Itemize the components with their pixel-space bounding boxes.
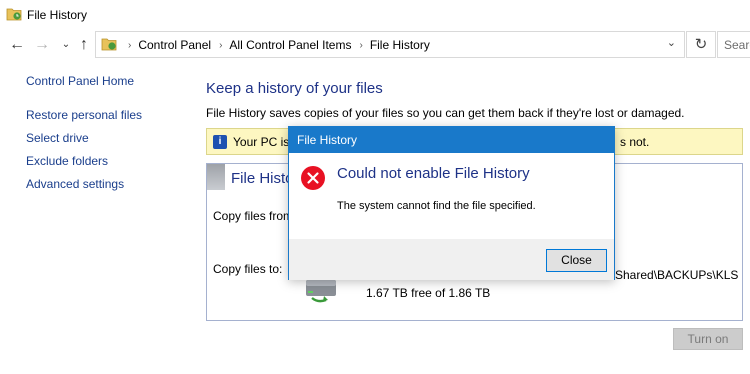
page-title: Keep a history of your files: [206, 80, 383, 97]
breadcrumb-control-panel[interactable]: Control Panel: [138, 38, 211, 52]
info-icon: i: [213, 135, 227, 149]
error-icon: [301, 166, 325, 190]
turn-on-button[interactable]: Turn on: [673, 328, 743, 350]
back-arrow-icon[interactable]: ←: [8, 36, 26, 54]
drive-free-space: 1.67 TB free of 1.86 TB: [366, 286, 491, 300]
dialog-message: The system cannot find the file specifie…: [337, 200, 536, 212]
sidebar-item-advanced-settings[interactable]: Advanced settings: [26, 177, 124, 191]
forward-arrow-icon[interactable]: →: [33, 36, 51, 54]
external-drive-icon: [306, 280, 336, 303]
file-history-icon: [6, 8, 22, 21]
refresh-icon: ↻: [694, 36, 708, 53]
panel-title: File Histo: [231, 170, 294, 187]
breadcrumb-file-history[interactable]: File History: [370, 38, 430, 52]
sidebar-item-select-drive[interactable]: Select drive: [26, 131, 89, 145]
address-dropdown-chevron-icon[interactable]: ⌄: [667, 36, 676, 49]
breadcrumb-all-items[interactable]: All Control Panel Items: [229, 38, 351, 52]
up-arrow-icon[interactable]: ↑: [75, 36, 93, 54]
dialog-heading: Could not enable File History: [337, 165, 530, 182]
control-panel-icon: [101, 38, 117, 51]
sidebar-item-restore-personal-files[interactable]: Restore personal files: [26, 108, 142, 122]
error-dialog: File History Could not enable File Histo…: [288, 126, 615, 280]
recent-locations-chevron-icon[interactable]: ⌄: [57, 36, 75, 54]
drive-path: Shared\BACKUPs\KLS: [615, 268, 739, 282]
copy-files-from-label: Copy files from:: [213, 209, 297, 223]
panel-header-accent: [207, 164, 225, 190]
info-bar-text-end: s not.: [620, 135, 650, 149]
address-bar[interactable]: › Control Panel › All Control Panel Item…: [95, 31, 685, 58]
copy-files-to-label: Copy files to:: [213, 262, 283, 276]
page-description: File History saves copies of your files …: [206, 106, 685, 120]
navigation-bar: ← → ⌄ ↑ › Control Panel › All Control Pa…: [0, 30, 750, 60]
sidebar-item-control-panel-home[interactable]: Control Panel Home: [26, 74, 134, 88]
window-title: File History: [27, 8, 88, 22]
breadcrumb-separator-icon: ›: [128, 39, 132, 51]
refresh-button[interactable]: ↻: [686, 31, 716, 58]
sidebar-item-exclude-folders[interactable]: Exclude folders: [26, 154, 108, 168]
search-input[interactable]: Search: [717, 31, 750, 58]
close-button[interactable]: Close: [546, 249, 607, 272]
breadcrumb-separator-icon[interactable]: ›: [219, 40, 222, 51]
breadcrumb-separator-icon[interactable]: ›: [359, 40, 362, 51]
title-bar: File History: [0, 0, 750, 30]
breadcrumb: › Control Panel › All Control Panel Item…: [120, 38, 430, 52]
dialog-title-bar[interactable]: File History: [289, 127, 614, 153]
dialog-footer: Close: [289, 239, 614, 280]
